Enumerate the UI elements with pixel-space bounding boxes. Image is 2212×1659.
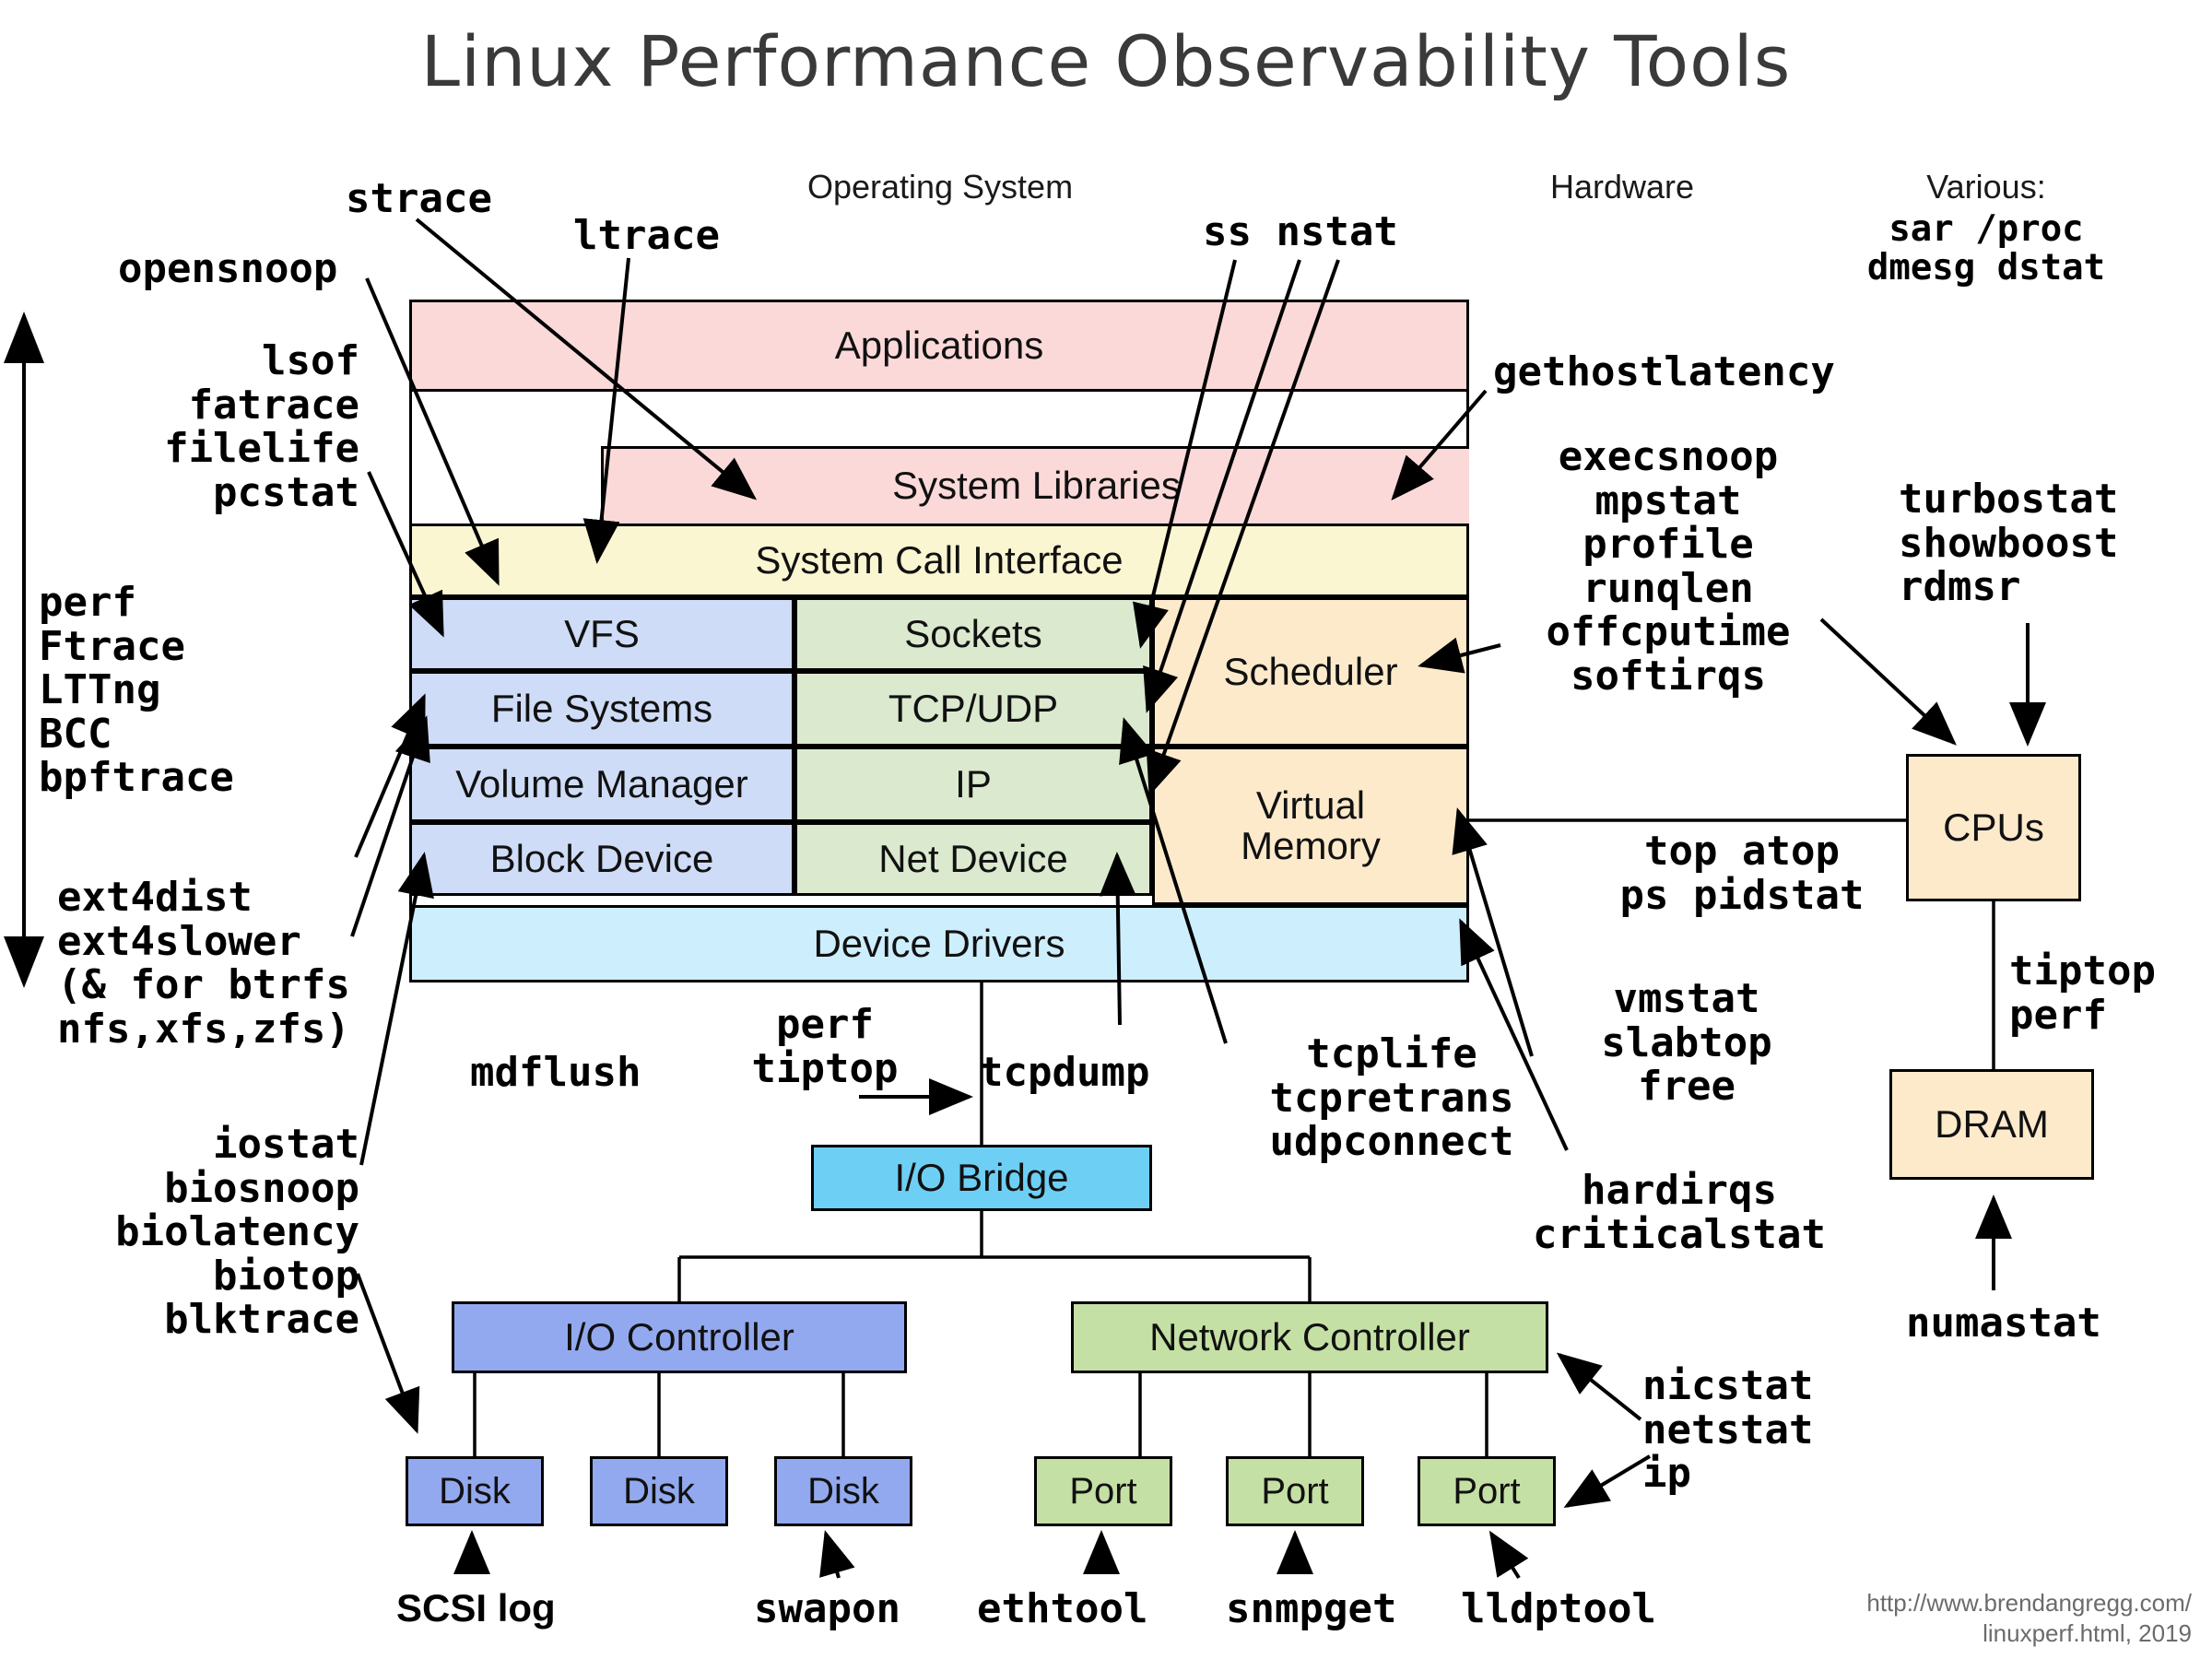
tool-label-perf-tiptop: perf tiptop (751, 1001, 899, 1092)
tool-label-scsi-log: SCSI log (396, 1586, 556, 1630)
tool-label-gethostlatency: gethostlatency (1493, 348, 1835, 395)
stack-box-scheduler: Scheduler (1152, 597, 1469, 747)
tool-label-snmpget: snmpget (1226, 1585, 1397, 1632)
hardware-box-disk-3: Disk (774, 1456, 912, 1526)
tool-label-ethtool: ethtool (977, 1585, 1148, 1632)
arrow-block-tools-disk (356, 1273, 420, 1434)
stack-box-block-device: Block Device (409, 822, 794, 896)
stack-box-net-device: Net Device (794, 822, 1152, 896)
tool-label-swapon: swapon (754, 1585, 900, 1632)
arrow-netstat-ip (1563, 1454, 1652, 1509)
stack-box-ip: IP (794, 747, 1152, 822)
tool-label-cpu-tools: execsnoop mpstat profile runqlen offcput… (1546, 433, 1791, 700)
hardware-box-cpus: CPUs (1906, 754, 2081, 901)
stack-box-file-systems: File Systems (409, 671, 794, 747)
tool-label-ss-nstat: ss nstat (1203, 208, 1398, 255)
tool-label-lldptool: lldptool (1461, 1585, 1656, 1632)
stack-box-tcp-udp: TCP/UDP (794, 671, 1152, 747)
section-caption-operating-system: Operating System (806, 168, 1074, 206)
tool-label-numastat: numastat (1906, 1300, 2101, 1347)
tool-label-mdflush: mdflush (470, 1049, 641, 1096)
arrow-nicstat (1556, 1352, 1642, 1421)
tool-label-proc-tools: top atop ps pidstat (1619, 828, 1865, 919)
tool-label-ext4-tools: ext4dist ext4slower (& for btrfs nfs,xfs… (57, 874, 350, 1053)
tool-label-nic-tools: nicstat netstat ip (1642, 1362, 1814, 1498)
hardware-box-disk-2: Disk (590, 1456, 728, 1526)
diagram-canvas: Linux Performance Observability Tools Op… (0, 0, 2212, 1659)
tool-label-mem-tools: vmstat slabtop free (1601, 975, 1772, 1111)
stack-box-system-call-interface: System Call Interface (409, 524, 1469, 597)
arrow-swapon (819, 1530, 855, 1579)
page-title: Linux Performance Observability Tools (420, 20, 1792, 102)
stack-box-sockets: Sockets (794, 597, 1152, 671)
hardware-box-port-1: Port (1034, 1456, 1172, 1526)
tool-label-strace: strace (346, 175, 492, 222)
tool-label-file-tools: lsof fatrace filelife pcstat (164, 337, 359, 516)
tool-label-irq-tools: hardirqs criticalstat (1533, 1167, 1826, 1258)
section-caption-hardware: Hardware (1549, 168, 1695, 206)
hardware-box-disk-1: Disk (406, 1456, 544, 1526)
tool-label-block-tools: iostat biosnoop biolatency biotop blktra… (115, 1121, 359, 1344)
tool-label-tcpdump: tcpdump (979, 1049, 1150, 1096)
various-tools-label: sar /proc dmesg dstat (1866, 208, 2106, 289)
hardware-box-io-controller: I/O Controller (452, 1301, 907, 1373)
stack-box-applications: Applications (409, 300, 1469, 392)
hardware-box-io-bridge: I/O Bridge (811, 1145, 1152, 1211)
stack-box-system-libraries: System Libraries (601, 446, 1469, 524)
tool-label-opensnoop: opensnoop (118, 245, 338, 292)
tool-label-tracers: perf Ftrace LTTng BCC bpftrace (39, 579, 234, 802)
hardware-box-dram: DRAM (1889, 1069, 2094, 1180)
hardware-box-port-3: Port (1418, 1456, 1556, 1526)
footer-url: http://www.brendangregg.com/ linuxperf.h… (1712, 1588, 2192, 1648)
stack-box-virtual-memory: Virtual Memory (1152, 747, 1469, 905)
arrow-block-tools (359, 852, 434, 1166)
footer-url-line1: http://www.brendangregg.com/ (1866, 1589, 2192, 1617)
stack-box-device-drivers: Device Drivers (409, 905, 1469, 982)
arrow-mem-tools (1452, 807, 1534, 1057)
arrow-lldptool (1488, 1530, 1529, 1580)
section-caption-various: Various: (1926, 168, 2046, 206)
tool-label-ltrace: ltrace (573, 212, 720, 259)
tool-label-tcp-tools: tcplife tcpretrans udpconnect (1269, 1030, 1514, 1166)
tool-label-turbostat-group: turbostat showboost rdmsr (1899, 476, 2119, 611)
stack-box-vfs: VFS (409, 597, 794, 671)
tool-label-tiptop-perf: tiptop perf (2009, 947, 2156, 1039)
hardware-box-network-controller: Network Controller (1071, 1301, 1548, 1373)
hardware-box-port-2: Port (1226, 1456, 1364, 1526)
stack-box-volume-manager: Volume Manager (409, 747, 794, 822)
footer-url-line2: linuxperf.html, 2019 (1983, 1618, 2192, 1647)
